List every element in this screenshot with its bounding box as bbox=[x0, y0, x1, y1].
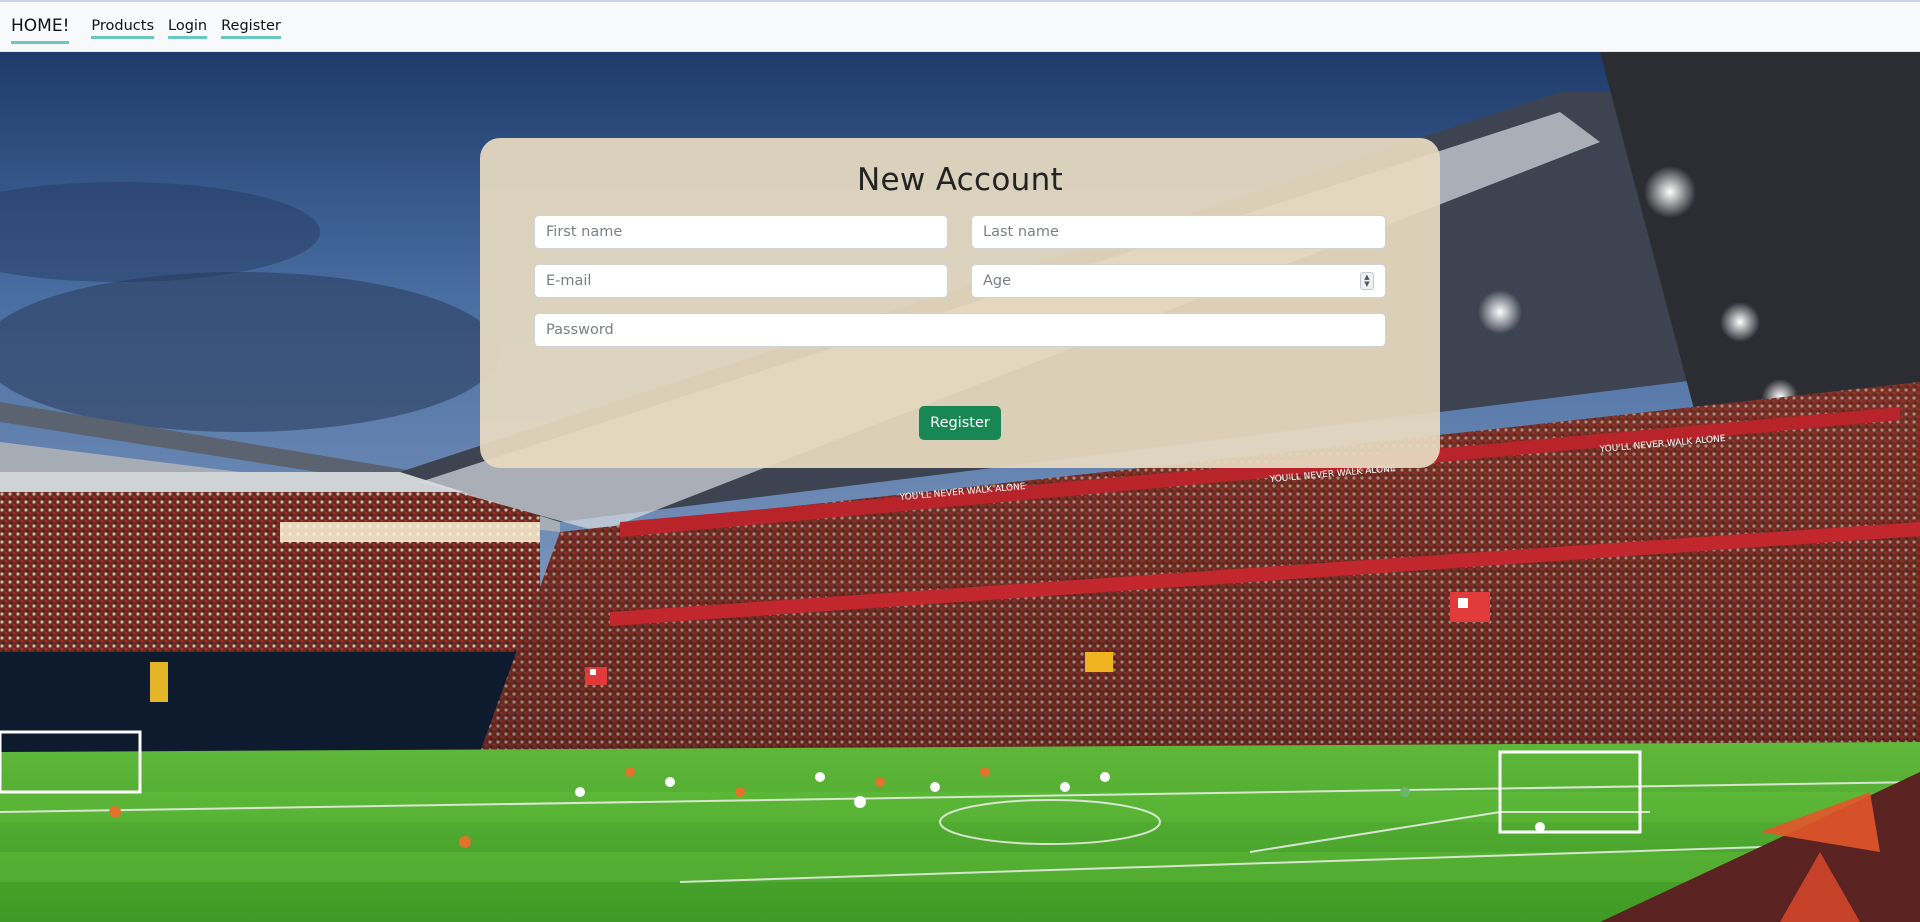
email-input[interactable] bbox=[534, 264, 948, 298]
nav-link-products[interactable]: Products bbox=[91, 18, 154, 39]
age-input[interactable] bbox=[971, 264, 1386, 298]
last-name-input[interactable] bbox=[971, 215, 1386, 249]
home-link[interactable]: HOME! bbox=[11, 16, 70, 44]
nav-link-login[interactable]: Login bbox=[168, 18, 208, 39]
register-button[interactable]: Register bbox=[919, 406, 1001, 440]
new-account-card: New Account ▲ ▼ Register bbox=[480, 138, 1440, 468]
chevron-down-icon[interactable]: ▼ bbox=[1364, 281, 1369, 288]
form-title: New Account bbox=[857, 162, 1063, 198]
first-name-input[interactable] bbox=[534, 215, 948, 249]
password-input[interactable] bbox=[534, 313, 1386, 347]
age-stepper[interactable]: ▲ ▼ bbox=[1360, 272, 1374, 290]
top-navbar: HOME! Products Login Register bbox=[0, 0, 1920, 52]
nav-link-register[interactable]: Register bbox=[221, 18, 281, 39]
